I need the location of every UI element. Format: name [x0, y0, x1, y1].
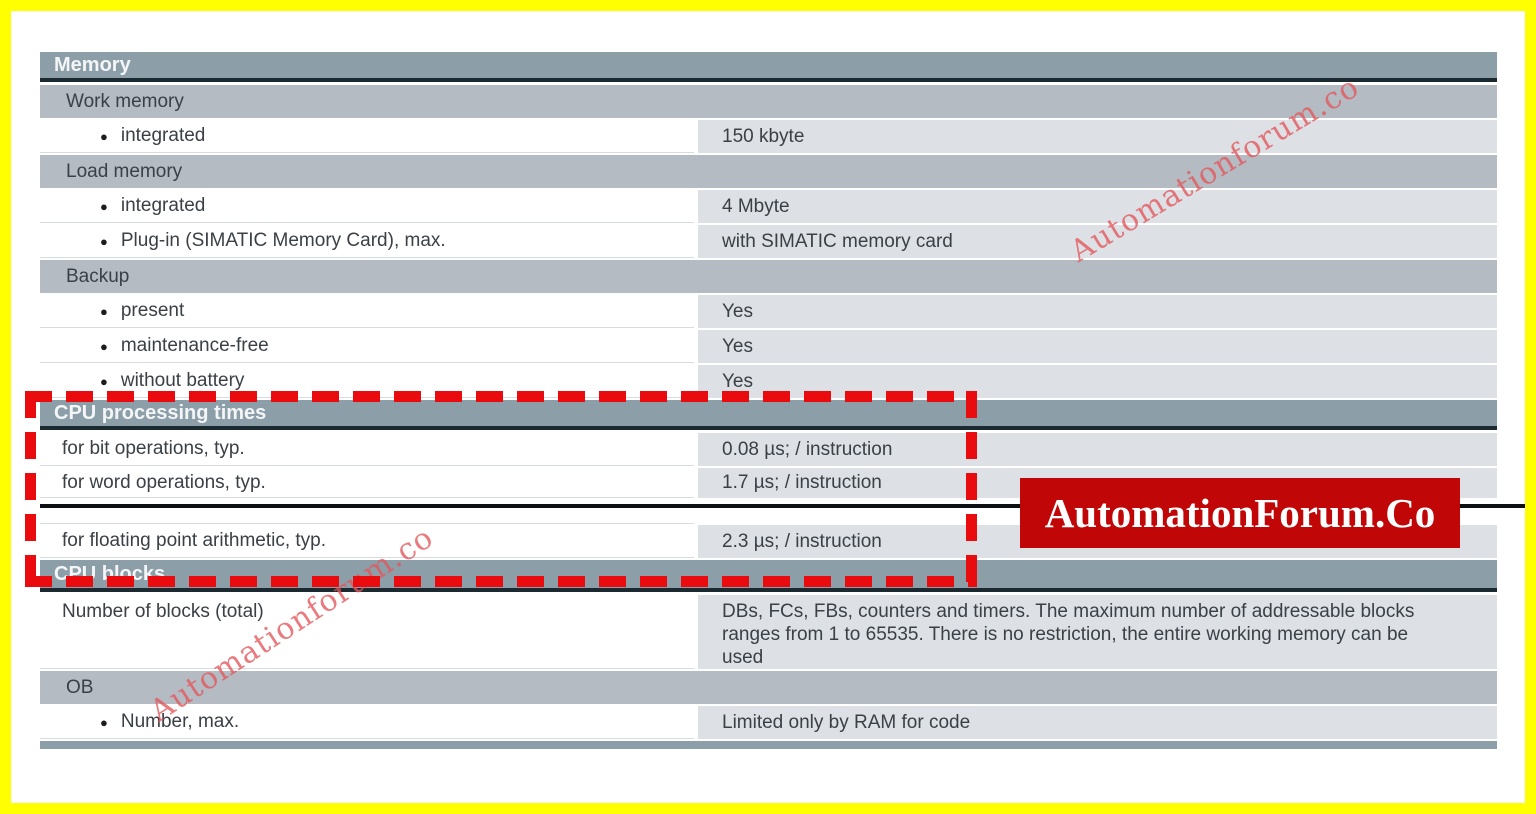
row-label: ● present	[40, 295, 694, 328]
table-row: ● Number, max. Limited only by RAM for c…	[40, 706, 1497, 739]
row-label: ● Number, max.	[40, 706, 694, 739]
bullet-icon: ●	[100, 340, 108, 353]
row-label: ● integrated	[40, 120, 694, 153]
brand-banner: AutomationForum.Co	[1020, 478, 1460, 548]
bullet-icon: ●	[100, 200, 108, 213]
subheader-load-memory: Load memory	[40, 155, 1497, 188]
subheader-ob: OB	[40, 671, 1497, 704]
row-value: Yes	[698, 295, 1497, 328]
row-value: DBs, FCs, FBs, counters and timers. The …	[698, 595, 1497, 669]
bullet-icon: ●	[100, 375, 108, 388]
subheader-backup: Backup	[40, 260, 1497, 293]
highlight-box-edge	[25, 391, 977, 402]
subheader-label: Load memory	[66, 161, 182, 183]
row-label: Number of blocks (total)	[40, 595, 694, 669]
table-bottom-bar	[40, 741, 1497, 749]
bullet-icon: ●	[100, 305, 108, 318]
row-value: Yes	[698, 330, 1497, 363]
subheader-label: OB	[66, 677, 93, 699]
row-label: ● maintenance-free	[40, 330, 694, 363]
row-label: ● Plug-in (SIMATIC Memory Card), max.	[40, 225, 694, 258]
table-row: ● integrated 4 Mbyte	[40, 190, 1497, 223]
highlight-box	[25, 391, 977, 587]
highlight-box-edge	[25, 391, 36, 587]
row-label: ● integrated	[40, 190, 694, 223]
table-row: ● present Yes	[40, 295, 1497, 328]
table-row: ● maintenance-free Yes	[40, 330, 1497, 363]
section-title: Memory	[54, 54, 131, 77]
subheader-label: Work memory	[66, 91, 184, 113]
row-value: Limited only by RAM for code	[698, 706, 1497, 739]
row-value: 150 kbyte	[698, 120, 1497, 153]
table-row: ● Plug-in (SIMATIC Memory Card), max. wi…	[40, 225, 1497, 258]
highlight-box-edge	[966, 391, 977, 587]
row-value: 4 Mbyte	[698, 190, 1497, 223]
bullet-icon: ●	[100, 130, 108, 143]
brand-banner-text: AutomationForum.Co	[1045, 489, 1436, 537]
highlight-box-edge	[25, 576, 977, 587]
bullet-icon: ●	[100, 235, 108, 248]
subheader-label: Backup	[66, 266, 129, 288]
bullet-icon: ●	[100, 716, 108, 729]
section-header-memory: Memory	[40, 52, 1497, 82]
